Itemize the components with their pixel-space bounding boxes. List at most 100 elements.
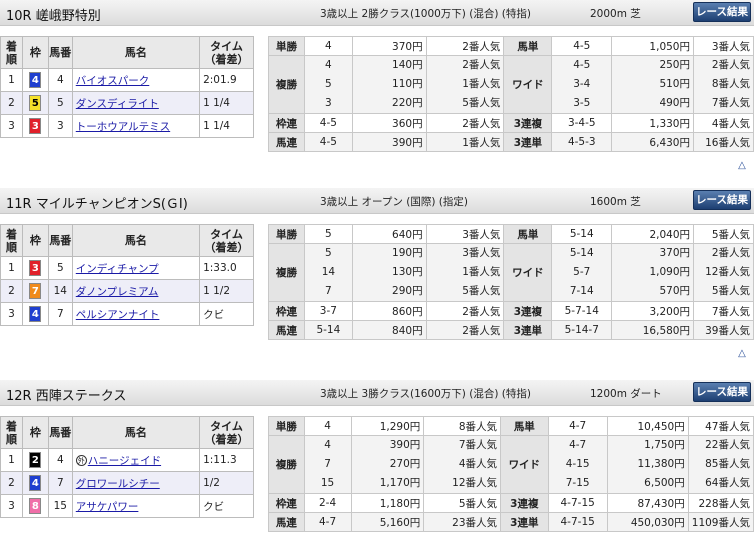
pay-line: 11,380円 xyxy=(637,458,685,470)
bet-type-label: 馬連 xyxy=(268,132,305,152)
popularity-cell: 3番人気 xyxy=(425,224,505,244)
pay-line: 1,170円 xyxy=(379,477,421,489)
combo-cell: 5-7-14 xyxy=(551,301,613,321)
pay-line: 570円 xyxy=(659,285,690,297)
combo-cell: 4-5 xyxy=(303,113,353,133)
waku-cell: 4 xyxy=(21,471,49,495)
table-row: 3 8 15 アサケパワー クビ xyxy=(0,494,254,518)
combo-line: 7 xyxy=(325,285,332,297)
payout-cell: 1,050円 xyxy=(611,36,694,56)
page-top-arrow-icon[interactable]: △ xyxy=(736,160,748,171)
waku-badge: 2 xyxy=(29,452,42,468)
race-conditions: 3歳以上 3勝クラス(1600万下) (混合) (特指) xyxy=(320,388,531,400)
umaban-cell: 7 xyxy=(47,471,73,495)
bet-type-label: 単勝 xyxy=(268,416,305,436)
bet-type-label: 3連単 xyxy=(503,320,553,340)
payout-cell: 1,750円 11,380円 6,500円 xyxy=(606,435,689,494)
col-waku: 枠 xyxy=(21,224,49,257)
race-result-button[interactable]: レース結果 xyxy=(693,190,751,210)
combo-cell: 5-14 xyxy=(303,320,353,340)
pay-line: 270円 xyxy=(389,458,421,470)
combo-line: 5-7 xyxy=(573,266,591,278)
col-rank: 着順 xyxy=(0,224,23,257)
bet-type-label: 枠連 xyxy=(268,301,305,321)
time-cell: 1 1/4 xyxy=(199,114,254,138)
horse-link[interactable]: バイオスパーク xyxy=(76,75,150,87)
pop-line: 8番人気 xyxy=(711,78,750,90)
combo-line: 4-15 xyxy=(565,458,590,470)
popularity-cell: 2番人気 1番人気 5番人気 xyxy=(425,55,505,114)
payout-cell: 860円 xyxy=(351,301,427,321)
time-cell: 1/2 xyxy=(199,471,254,495)
table-row: 1 2 4 外ハニージェイド 1:11.3 xyxy=(0,448,254,472)
horse-link[interactable]: トーホウアルテミス xyxy=(76,121,170,133)
bet-type-label: 馬単 xyxy=(500,416,549,436)
payout-cell: 1,180円 xyxy=(350,493,425,513)
time-cell: クビ xyxy=(199,494,254,518)
payout-cell: 2,040円 xyxy=(611,224,694,244)
popularity-cell: 47番人気 xyxy=(687,416,754,436)
col-time: タイム（着差） xyxy=(199,224,254,257)
col-rank: 着順 xyxy=(0,36,23,69)
horse-link[interactable]: アサケパワー xyxy=(76,501,139,513)
payout-cell: 450,030円 xyxy=(606,512,689,532)
combo-cell: 4-7 xyxy=(547,416,608,436)
horse-link[interactable]: グロワールシチー xyxy=(76,478,160,490)
time-cell: 1 1/2 xyxy=(199,279,254,303)
waku-badge: 4 xyxy=(29,475,42,491)
bet-type-label: 3連単 xyxy=(500,512,549,532)
combo-cell: 5-14 5-7 7-14 xyxy=(551,243,613,302)
payout-row: 複勝 4 5 3 140円 110円 220円 2番人気 1番人気 5番人気 ワイド 4-5… xyxy=(268,55,754,114)
pop-line: 2番人気 xyxy=(711,59,750,71)
popularity-cell: 5番人気 xyxy=(423,493,502,513)
horse-cell: ダンスディライト xyxy=(71,91,201,115)
finish-table: 着順 枠 馬番 馬名 タイム（着差） 1 4 4 バイオスパーク 2:01.9 … xyxy=(0,36,254,138)
horse-link[interactable]: インディチャンプ xyxy=(76,263,159,275)
payout-cell: 140円 110円 220円 xyxy=(351,55,427,114)
payout-cell: 640円 xyxy=(351,224,427,244)
horse-link[interactable]: ハニージェイド xyxy=(88,455,161,467)
rank-cell: 3 xyxy=(0,302,23,326)
combo-line: 7-14 xyxy=(569,285,594,297)
payout-table: 単勝 4 370円 2番人気 馬単 4-5 1,050円 3番人気 複勝 453 140円 1… xyxy=(268,36,754,152)
pop-line: 2番人気 xyxy=(462,59,501,71)
combo-cell: 5-14 xyxy=(551,224,613,244)
page-top-arrow-icon[interactable]: △ xyxy=(736,348,748,359)
race-result-button[interactable]: レース結果 xyxy=(693,2,751,22)
combo-cell: 4-5-3 xyxy=(551,132,613,152)
popularity-cell: 2番人気 xyxy=(425,320,505,340)
combo-cell: 4-7-15 xyxy=(547,512,608,532)
rank-cell: 2 xyxy=(0,471,23,495)
waku-badge: 3 xyxy=(29,260,42,276)
time-cell: 1:33.0 xyxy=(199,256,254,280)
horse-link[interactable]: ダノンプレミアム xyxy=(76,286,159,298)
popularity-cell: 4番人気 xyxy=(692,113,754,133)
finish-header-row: 着順 枠 馬番 馬名 タイム（着差） xyxy=(0,36,254,69)
horse-link[interactable]: ダンスディライト xyxy=(76,98,159,110)
payout-cell: 360円 xyxy=(351,113,427,133)
waku-badge: 5 xyxy=(29,95,42,111)
table-row: 3 3 3 トーホウアルテミス 1 1/4 xyxy=(0,114,254,138)
finish-header-row: 着順 枠 馬番 馬名 タイム（着差） xyxy=(0,224,254,257)
pay-line: 510円 xyxy=(659,78,690,90)
race-distance: 1600m 芝 xyxy=(590,196,641,208)
horse-link[interactable]: ペルシアンナイト xyxy=(76,309,160,321)
popularity-cell: 2番人気 xyxy=(425,113,505,133)
col-time: タイム（着差） xyxy=(199,36,254,69)
bet-type-label: ワイド xyxy=(500,435,549,494)
col-umaban: 馬番 xyxy=(47,224,73,257)
payout-cell: 370円 1,090円 570円 xyxy=(611,243,694,302)
col-horse: 馬名 xyxy=(71,224,201,257)
race-result-button[interactable]: レース結果 xyxy=(693,382,751,402)
combo-line: 4 xyxy=(324,439,331,451)
horse-cell: インディチャンプ xyxy=(71,256,201,280)
payout-row: 複勝 5 14 7 190円 130円 290円 3番人気 1番人気 5番人気 ワイド 5-… xyxy=(268,243,754,302)
pop-line: 1番人気 xyxy=(462,78,501,90)
popularity-cell: 7番人気 xyxy=(693,301,754,321)
race-header: 11R マイルチャンピオンS(ＧⅠ) 3歳以上 オープン (国際) (指定) 1… xyxy=(0,188,754,214)
payout-row: 単勝 5 640円 3番人気 馬単 5-14 2,040円 5番人気 xyxy=(268,224,754,244)
combo-line: 15 xyxy=(320,477,335,489)
popularity-cell: 23番人気 xyxy=(423,512,502,532)
payout-cell: 1,330円 xyxy=(611,113,694,133)
bet-type-label: 3連複 xyxy=(500,493,549,513)
